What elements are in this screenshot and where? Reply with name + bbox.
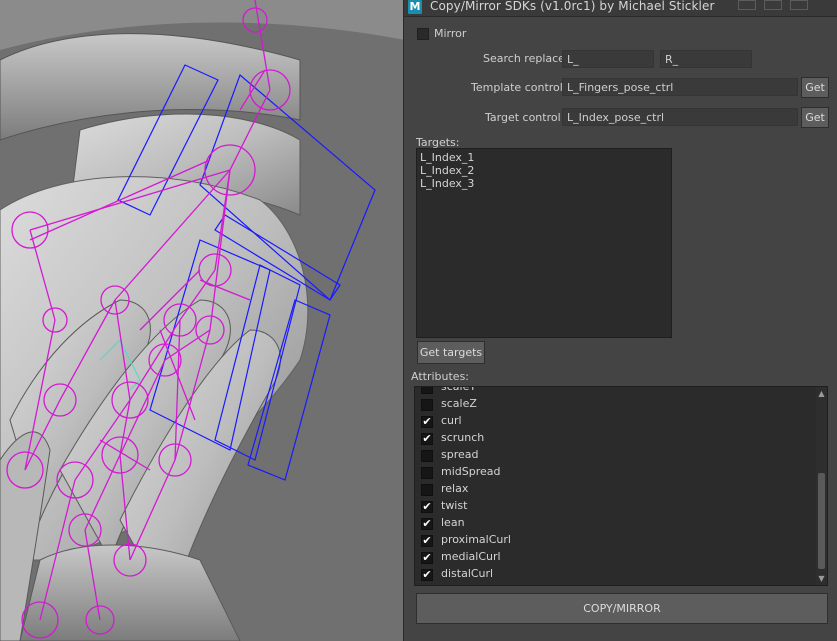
- mirror-label: Mirror: [434, 27, 467, 40]
- attribute-row[interactable]: scaleY: [421, 386, 811, 396]
- minimize-button[interactable]: [738, 0, 756, 10]
- scroll-up-arrow-icon[interactable]: ▲: [817, 389, 826, 398]
- attributes-scrollbar[interactable]: ▲ ▼: [816, 387, 827, 585]
- attribute-row[interactable]: ✔ proximalCurl: [421, 532, 811, 549]
- maximize-button[interactable]: [764, 0, 782, 10]
- template-get-button[interactable]: Get: [801, 77, 829, 98]
- close-button[interactable]: [790, 0, 808, 10]
- attribute-label: twist: [441, 499, 468, 512]
- get-targets-button[interactable]: Get targets: [417, 341, 485, 364]
- attribute-row[interactable]: ✔ medialCurl: [421, 549, 811, 566]
- attribute-checkbox[interactable]: [421, 467, 433, 479]
- target-control-label: Target control: [485, 111, 561, 124]
- attribute-label: midSpread: [441, 465, 501, 478]
- attribute-label: spread: [441, 448, 479, 461]
- attribute-row[interactable]: ✔ scrunch: [421, 430, 811, 447]
- list-item[interactable]: L_Index_3: [420, 177, 668, 190]
- attribute-checkbox[interactable]: ✔: [421, 518, 433, 530]
- attribute-checkbox[interactable]: ✔: [421, 433, 433, 445]
- maya-app-icon: M: [408, 0, 422, 14]
- attribute-checkbox[interactable]: ✔: [421, 416, 433, 428]
- replace-field[interactable]: [660, 50, 752, 68]
- attribute-label: scaleY: [441, 386, 477, 393]
- attribute-label: lean: [441, 516, 465, 529]
- window-title: Copy/Mirror SDKs (v1.0rc1) by Michael St…: [430, 0, 715, 13]
- attribute-checkbox[interactable]: ✔: [421, 569, 433, 581]
- attribute-label: curl: [441, 414, 462, 427]
- attribute-label: proximalCurl: [441, 533, 511, 546]
- copy-mirror-sdks-window: M Copy/Mirror SDKs (v1.0rc1) by Michael …: [403, 0, 837, 641]
- attribute-row[interactable]: midSpread: [421, 464, 811, 481]
- mirror-checkbox[interactable]: [417, 28, 429, 40]
- scroll-down-arrow-icon[interactable]: ▼: [817, 574, 826, 583]
- attribute-checkbox[interactable]: ✔: [421, 501, 433, 513]
- attribute-checkbox[interactable]: [421, 484, 433, 496]
- attribute-checkbox[interactable]: ✔: [421, 552, 433, 564]
- attribute-row[interactable]: scaleZ: [421, 396, 811, 413]
- search-replace-label: Search replace: [483, 52, 565, 65]
- attribute-checkbox[interactable]: [421, 399, 433, 411]
- attribute-row[interactable]: ✔ lean: [421, 515, 811, 532]
- copy-mirror-button[interactable]: COPY/MIRROR: [416, 593, 828, 624]
- attribute-label: scaleZ: [441, 397, 477, 410]
- targets-list[interactable]: L_Index_1 L_Index_2 L_Index_3: [416, 148, 672, 338]
- target-control-field[interactable]: [562, 108, 798, 126]
- attribute-row[interactable]: spread: [421, 447, 811, 464]
- attribute-label: medialCurl: [441, 550, 501, 563]
- list-item[interactable]: L_Index_2: [420, 164, 668, 177]
- attributes-list[interactable]: scaleY scaleZ ✔ curl ✔ scrunch spread midSpread…: [414, 386, 828, 586]
- attribute-row[interactable]: ✔ distalCurl: [421, 566, 811, 583]
- maya-viewport[interactable]: [0, 0, 405, 641]
- template-control-field[interactable]: [562, 78, 798, 96]
- attribute-row[interactable]: ✔ twist: [421, 498, 811, 515]
- attributes-label: Attributes:: [411, 370, 470, 383]
- list-item[interactable]: L_Index_1: [420, 151, 668, 164]
- attribute-row[interactable]: relax: [421, 481, 811, 498]
- attribute-checkbox[interactable]: [421, 387, 433, 394]
- attribute-row[interactable]: ✔ curl: [421, 413, 811, 430]
- attribute-label: relax: [441, 482, 469, 495]
- scrollbar-thumb[interactable]: [818, 473, 825, 569]
- title-bar[interactable]: M Copy/Mirror SDKs (v1.0rc1) by Michael …: [404, 0, 837, 17]
- attribute-label: distalCurl: [441, 567, 494, 580]
- target-get-button[interactable]: Get: [801, 107, 829, 128]
- attribute-checkbox[interactable]: [421, 450, 433, 462]
- search-field[interactable]: [562, 50, 654, 68]
- hand-rig-scene: [0, 0, 405, 641]
- template-control-label: Template control: [471, 81, 563, 94]
- attribute-label: scrunch: [441, 431, 485, 444]
- attribute-checkbox[interactable]: ✔: [421, 535, 433, 547]
